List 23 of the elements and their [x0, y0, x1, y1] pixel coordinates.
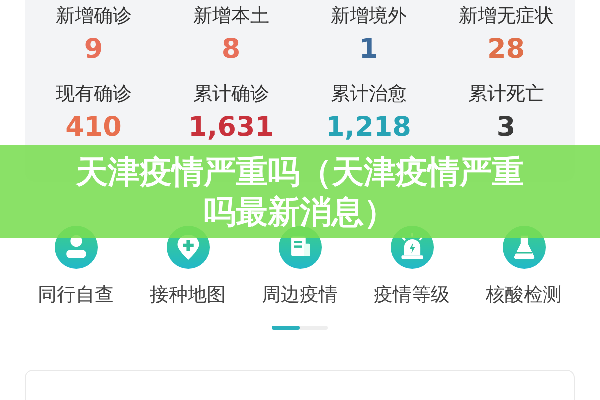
- stat-label: 新增无症状: [458, 4, 554, 29]
- stat-label: 现有确诊: [56, 82, 132, 107]
- stat-value: 1,631: [188, 111, 274, 145]
- banner-title: 天津疫情严重吗（天津疫情严重吗最新消息）: [74, 152, 525, 232]
- stat-label: 新增本土: [193, 4, 270, 29]
- stat-label: 累计死亡: [468, 82, 544, 107]
- shortcut-label[interactable]: 接种地图: [150, 282, 226, 308]
- stat-value: 3: [496, 111, 516, 145]
- stat-label: 新增境外: [330, 4, 407, 29]
- stat-label: 累计治愈: [330, 82, 407, 107]
- stat-value: 1,218: [326, 111, 412, 145]
- stat-label: 新增确诊: [56, 4, 132, 29]
- stat-value: 9: [84, 33, 104, 67]
- shortcut-label[interactable]: 周边疫情: [262, 282, 338, 308]
- stat-value: 28: [487, 33, 526, 67]
- shortcut-label[interactable]: 同行自查: [38, 282, 114, 308]
- stat-value: 1: [359, 33, 378, 67]
- stat-value: 8: [222, 33, 241, 67]
- page-indicator: [272, 326, 328, 330]
- stat-label: 累计确诊: [193, 82, 270, 107]
- shortcut-label[interactable]: 疫情等级: [374, 282, 450, 308]
- shortcut-label[interactable]: 核酸检测: [486, 282, 562, 308]
- stat-value: 410: [66, 111, 122, 145]
